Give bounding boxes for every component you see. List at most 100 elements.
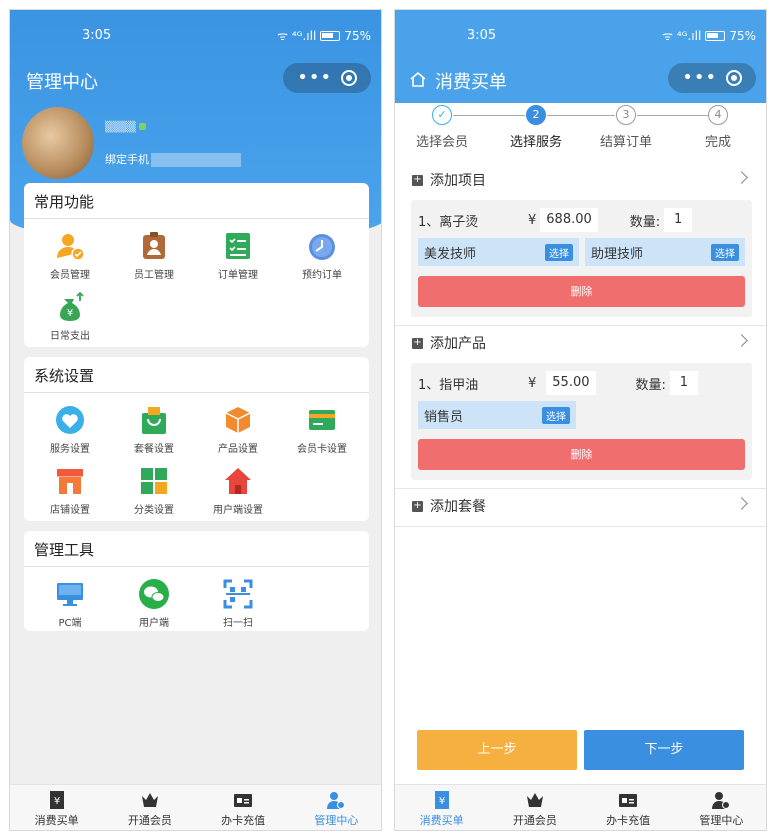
shop-icon: [57, 469, 83, 494]
step-nav-buttons: 上一步 下一步: [395, 730, 766, 770]
step-settle-order: 3 结算订单: [586, 105, 666, 150]
miniapp-capsule[interactable]: •••: [668, 63, 756, 93]
step-label: 结算订单: [599, 135, 652, 150]
staff-role: 销售员: [424, 409, 464, 425]
grid-booking-orders[interactable]: 预约订单: [280, 227, 364, 288]
manager-icon: [327, 792, 346, 809]
step-complete: 4 完成: [678, 105, 758, 150]
card-management-tools: 管理工具 PC端 用户端 扫一扫: [24, 531, 369, 631]
price-input[interactable]: 55.00: [546, 371, 596, 395]
tab-manage-center[interactable]: 管理中心: [290, 785, 381, 830]
grid-label: 会员卡设置: [297, 444, 347, 455]
grid-membercard-settings[interactable]: 会员卡设置: [280, 401, 364, 462]
step-label: 完成: [704, 135, 731, 150]
more-icon[interactable]: •••: [297, 63, 332, 93]
grid-label: 分类设置: [134, 505, 174, 516]
grid-client-settings[interactable]: 用户端设置: [196, 462, 280, 523]
crown-icon: [141, 793, 158, 807]
signal-icon: ᯤ ⁴ᴳ.ıll: [277, 29, 317, 43]
qty-input[interactable]: 1: [669, 371, 698, 395]
signal-icon: ᯤ ⁴ᴳ.ıll: [662, 29, 702, 43]
select-button[interactable]: 选择: [545, 243, 573, 261]
step-number: 2: [526, 105, 546, 125]
staff-row: 销售员 选择: [418, 401, 745, 429]
svg-text:¥: ¥: [438, 796, 444, 807]
tab-open-member[interactable]: 开通会员: [488, 785, 581, 830]
tab-card-recharge[interactable]: 办卡充值: [197, 785, 290, 830]
grid-shop-settings[interactable]: 店铺设置: [28, 462, 112, 523]
tab-open-member[interactable]: 开通会员: [103, 785, 196, 830]
tab-card-recharge[interactable]: 办卡充值: [582, 785, 675, 830]
staff-role: 助理技师: [591, 246, 644, 262]
chevron-right-icon: [735, 334, 748, 347]
svg-text:¥: ¥: [67, 308, 73, 319]
item-row: 1、指甲油 ¥ 55.00 数量: 1: [418, 369, 745, 397]
battery-level: 75%: [344, 28, 371, 43]
step-number: 3: [616, 105, 636, 125]
grid-staff-manage[interactable]: 员工管理: [112, 227, 196, 288]
right-screen-checkout: 3:05 ᯤ ⁴ᴳ.ıll 75% 消费买单 ••• ✓ 选择会员 2 选择服务…: [394, 9, 767, 831]
nav-bar: 管理中心 •••: [10, 58, 381, 103]
add-package-header[interactable]: + 添加套餐: [395, 486, 766, 526]
grid-member-manage[interactable]: 会员管理: [28, 227, 112, 288]
price-input[interactable]: 688.00: [540, 208, 598, 232]
add-item-header[interactable]: + 添加项目: [395, 160, 766, 200]
heart-service-icon: [56, 406, 84, 434]
tab-checkout[interactable]: ¥ 消费买单: [10, 785, 103, 830]
status-bar: 3:05 ᯤ ⁴ᴳ.ıll 75%: [10, 10, 381, 58]
delete-button[interactable]: 删除: [418, 439, 745, 470]
prev-step-button[interactable]: 上一步: [417, 730, 577, 770]
grid-service-settings[interactable]: 服务设置: [28, 401, 112, 462]
select-button[interactable]: 选择: [711, 243, 739, 261]
nav-bar: 消费买单 •••: [395, 58, 766, 103]
item-row: 1、离子烫 ¥ 688.00 数量: 1: [418, 206, 745, 234]
chevron-right-icon: [735, 497, 748, 510]
step-number: 4: [708, 105, 728, 125]
select-button[interactable]: 选择: [542, 406, 570, 424]
qty-label: 数量:: [635, 377, 666, 393]
tab-checkout[interactable]: ¥ 消费买单: [395, 785, 488, 830]
close-miniapp-icon[interactable]: [340, 70, 357, 86]
phone-number-redacted: [151, 153, 241, 167]
home-icon[interactable]: [409, 70, 427, 88]
bottom-tab-bar: ¥ 消费买单 开通会员 办卡充值 管理中心: [395, 784, 766, 830]
staff-badge-icon: [143, 232, 165, 259]
username: ▒▒▒▒: [105, 122, 146, 133]
close-miniapp-icon[interactable]: [725, 70, 742, 86]
grid-label: 预约订单: [302, 270, 342, 281]
grid-product-settings[interactable]: 产品设置: [196, 401, 280, 462]
chevron-right-icon: [735, 171, 748, 184]
grid-label: 员工管理: [134, 270, 174, 281]
avatar[interactable]: [22, 107, 94, 179]
item-name: 1、离子烫: [418, 214, 479, 230]
staff-role: 美发技师: [424, 246, 477, 262]
add-product-header[interactable]: + 添加产品: [395, 323, 766, 363]
category-grid-icon: [141, 468, 167, 494]
delete-button[interactable]: 删除: [418, 276, 745, 307]
grid-daily-expense[interactable]: ¥ 日常支出: [28, 288, 112, 349]
miniapp-capsule[interactable]: •••: [283, 63, 371, 93]
bind-phone[interactable]: 绑定手机: [105, 151, 241, 167]
step-select-member: ✓ 选择会员: [402, 105, 482, 150]
section-title: 添加产品: [430, 336, 486, 352]
grid-scan[interactable]: 扫一扫: [196, 575, 280, 636]
member-icon: [57, 234, 85, 261]
product-card: 1、指甲油 ¥ 55.00 数量: 1 销售员 选择 删除: [411, 363, 752, 480]
currency-symbol: ¥: [528, 212, 537, 228]
grid-package-settings[interactable]: 套餐设置: [112, 401, 196, 462]
receipt-icon: ¥: [49, 791, 64, 809]
tab-manage-center[interactable]: 管理中心: [675, 785, 766, 830]
scan-icon: [223, 579, 253, 609]
qty-input[interactable]: 1: [664, 208, 693, 232]
grid-category-settings[interactable]: 分类设置: [112, 462, 196, 523]
next-step-button[interactable]: 下一步: [584, 730, 744, 770]
grid-pc-client[interactable]: PC端: [28, 575, 112, 636]
step-label: 选择会员: [415, 135, 468, 150]
product-box-icon: [225, 407, 251, 433]
more-icon[interactable]: •••: [682, 63, 717, 93]
item-card: 1、离子烫 ¥ 688.00 数量: 1 美发技师 选择 助理技师 选择 删除: [411, 200, 752, 317]
tab-label: 消费买单: [419, 814, 464, 827]
grid-user-client[interactable]: 用户端: [112, 575, 196, 636]
grid-order-manage[interactable]: 订单管理: [196, 227, 280, 288]
monitor-icon: [57, 583, 83, 606]
